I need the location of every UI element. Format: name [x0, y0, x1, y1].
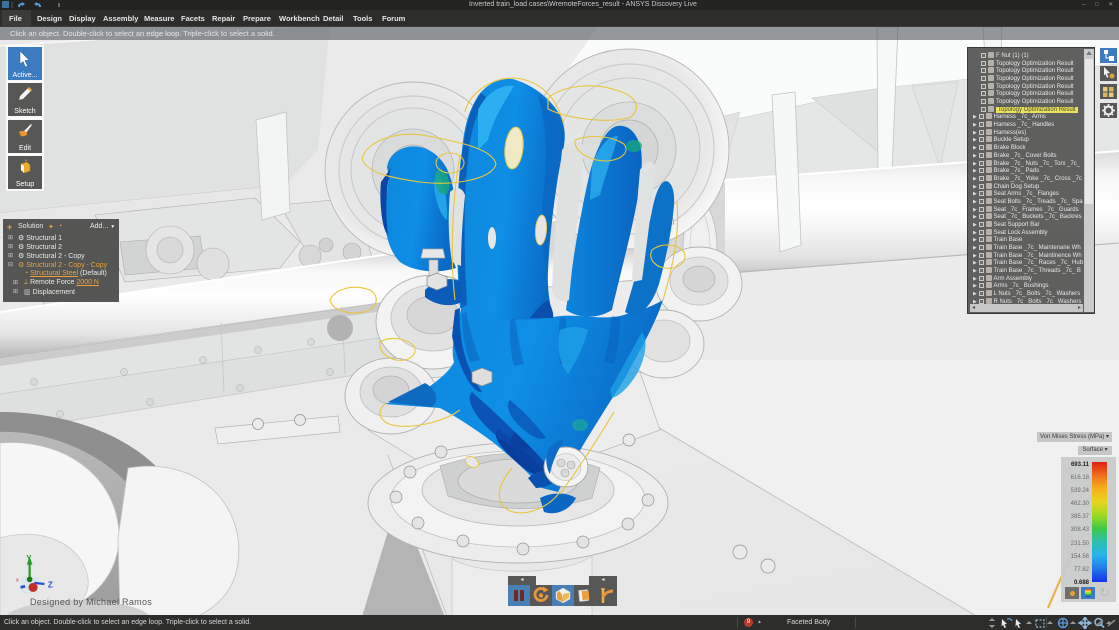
svg-text:Y: Y: [26, 554, 32, 563]
svg-text:Z: Z: [48, 580, 53, 589]
svg-text:x: x: [16, 578, 19, 584]
